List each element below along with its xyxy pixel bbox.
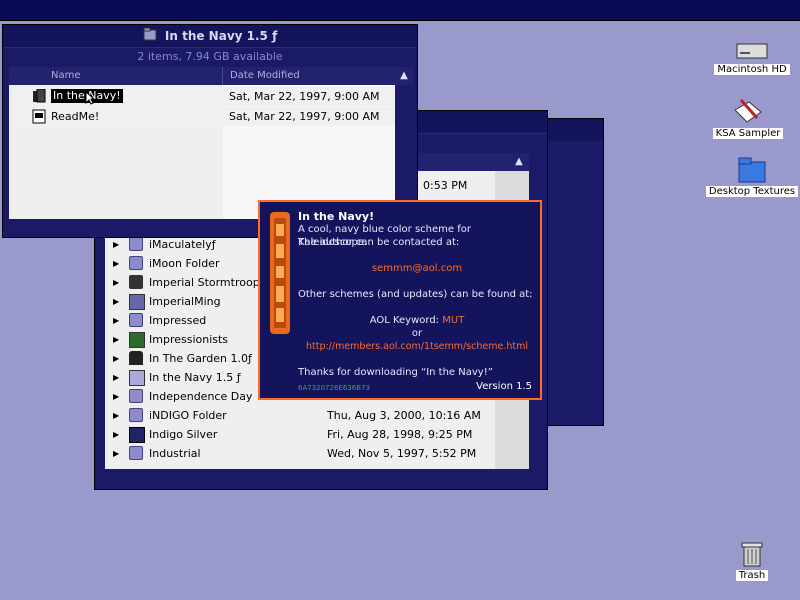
pen-paper-icon xyxy=(731,96,765,126)
file-row[interactable]: ReadMe! Sat, Mar 22, 1997, 9:00 AM xyxy=(9,107,395,126)
list-item[interactable]: ▶ iNDIGO Folder Thu, Aug 3, 2000, 10:16 … xyxy=(105,406,525,425)
window-info-bar: 2 items, 7.94 GB available xyxy=(137,50,283,63)
file-name[interactable]: ReadMe! xyxy=(51,107,99,126)
disclosure-triangle-icon[interactable]: ▶ xyxy=(113,406,119,425)
desktop-icon-label: Macintosh HD xyxy=(714,64,790,75)
disclosure-triangle-icon[interactable]: ▶ xyxy=(113,273,119,292)
stormtrooper-icon xyxy=(129,275,143,289)
partial-time-text: 0:53 PM xyxy=(423,179,468,192)
desktop-icon-label: Trash xyxy=(735,570,769,581)
sort-direction-icon[interactable]: ▲ xyxy=(395,67,413,85)
folder-icon xyxy=(143,26,157,48)
application-icon xyxy=(31,88,47,104)
disclosure-triangle-icon[interactable]: ▶ xyxy=(113,330,119,349)
serial-number: 6A7320726E636B73 xyxy=(298,384,370,392)
version-text: Version 1.5 xyxy=(476,381,532,392)
trash-icon xyxy=(739,540,765,568)
sort-arrow-icon[interactable]: ▲ xyxy=(511,153,527,171)
about-contact-text: The author can be contacted at: xyxy=(298,237,460,248)
painting-icon xyxy=(129,332,145,348)
about-updates-text: Other schemes (and updates) can be found… xyxy=(298,289,533,300)
about-dialog[interactable]: In the Navy! A cool, navy blue color sch… xyxy=(258,200,542,400)
about-title: In the Navy! xyxy=(298,210,375,223)
disclosure-triangle-icon[interactable]: ▶ xyxy=(113,349,119,368)
disclosure-triangle-icon[interactable]: ▶ xyxy=(113,425,119,444)
desktop-icon-label: Desktop Textures xyxy=(705,186,799,197)
folder-icon xyxy=(736,154,768,184)
column-headers: Name Date Modified ▲ xyxy=(9,67,413,85)
navy-folder-icon xyxy=(129,370,145,386)
disclosure-triangle-icon[interactable]: ▶ xyxy=(113,311,119,330)
desktop-icon-desktop-textures[interactable]: Desktop Textures xyxy=(704,154,800,197)
aol-keyword-line: AOL Keyword: MUT xyxy=(298,314,536,327)
background-window-far-titlebar[interactable] xyxy=(541,119,603,141)
folder-icon xyxy=(129,446,143,460)
desktop-icon-ksa-sampler[interactable]: KSA Sampler xyxy=(708,96,788,139)
navy-logo-icon xyxy=(266,208,294,338)
desktop-icon-label: KSA Sampler xyxy=(712,128,784,139)
author-email[interactable]: semmm@aol.com xyxy=(298,262,536,275)
folder-icon xyxy=(129,256,143,270)
front-window-titlebar[interactable]: In the Navy 1.5 ƒ xyxy=(3,25,417,48)
disclosure-triangle-icon[interactable]: ▶ xyxy=(113,292,119,311)
menu-bar xyxy=(0,0,800,21)
column-header-name[interactable]: Name xyxy=(9,67,223,85)
file-date: Sat, Mar 22, 1997, 9:00 AM xyxy=(229,110,380,123)
thanks-text: Thanks for downloading “In the Navy!” xyxy=(298,367,493,378)
desktop-icon-macintosh-hd[interactable]: Macintosh HD xyxy=(712,40,792,75)
aol-keyword-value[interactable]: MUT xyxy=(442,315,464,326)
folder-icon xyxy=(129,313,143,327)
file-list: In the Navy! Sat, Mar 22, 1997, 9:00 AM … xyxy=(9,85,395,219)
file-date: Sat, Mar 22, 1997, 9:00 AM xyxy=(229,90,380,103)
document-icon xyxy=(31,109,47,124)
ming-icon xyxy=(129,294,145,310)
folder-icon xyxy=(129,237,143,251)
garden-icon xyxy=(129,351,143,365)
indigo-silver-icon xyxy=(129,427,145,443)
background-window-far[interactable] xyxy=(540,118,604,426)
disclosure-triangle-icon[interactable]: ▶ xyxy=(113,254,119,273)
scheme-url-link[interactable]: http://members.aol.com/1tsemm/scheme.htm… xyxy=(294,340,540,353)
desktop-icon-trash[interactable]: Trash xyxy=(722,540,782,581)
column-header-date-modified[interactable]: Date Modified xyxy=(224,67,396,85)
file-row[interactable]: In the Navy! Sat, Mar 22, 1997, 9:00 AM xyxy=(9,87,395,106)
window-title: In the Navy 1.5 ƒ xyxy=(164,29,278,43)
disclosure-triangle-icon[interactable]: ▶ xyxy=(113,387,119,406)
scrollbar[interactable] xyxy=(395,85,413,219)
folder-icon xyxy=(129,389,143,403)
list-item[interactable]: ▶ Industrial Wed, Nov 5, 1997, 5:52 PM xyxy=(105,444,525,463)
list-item[interactable]: ▶ Indigo Silver Fri, Aug 28, 1998, 9:25 … xyxy=(105,425,525,444)
folder-icon xyxy=(129,408,143,422)
disclosure-triangle-icon[interactable]: ▶ xyxy=(113,368,119,387)
hard-drive-icon xyxy=(735,40,769,62)
disclosure-triangle-icon[interactable]: ▶ xyxy=(113,444,119,463)
aol-keyword-label: AOL Keyword: xyxy=(369,315,440,326)
or-text: or xyxy=(411,328,423,339)
